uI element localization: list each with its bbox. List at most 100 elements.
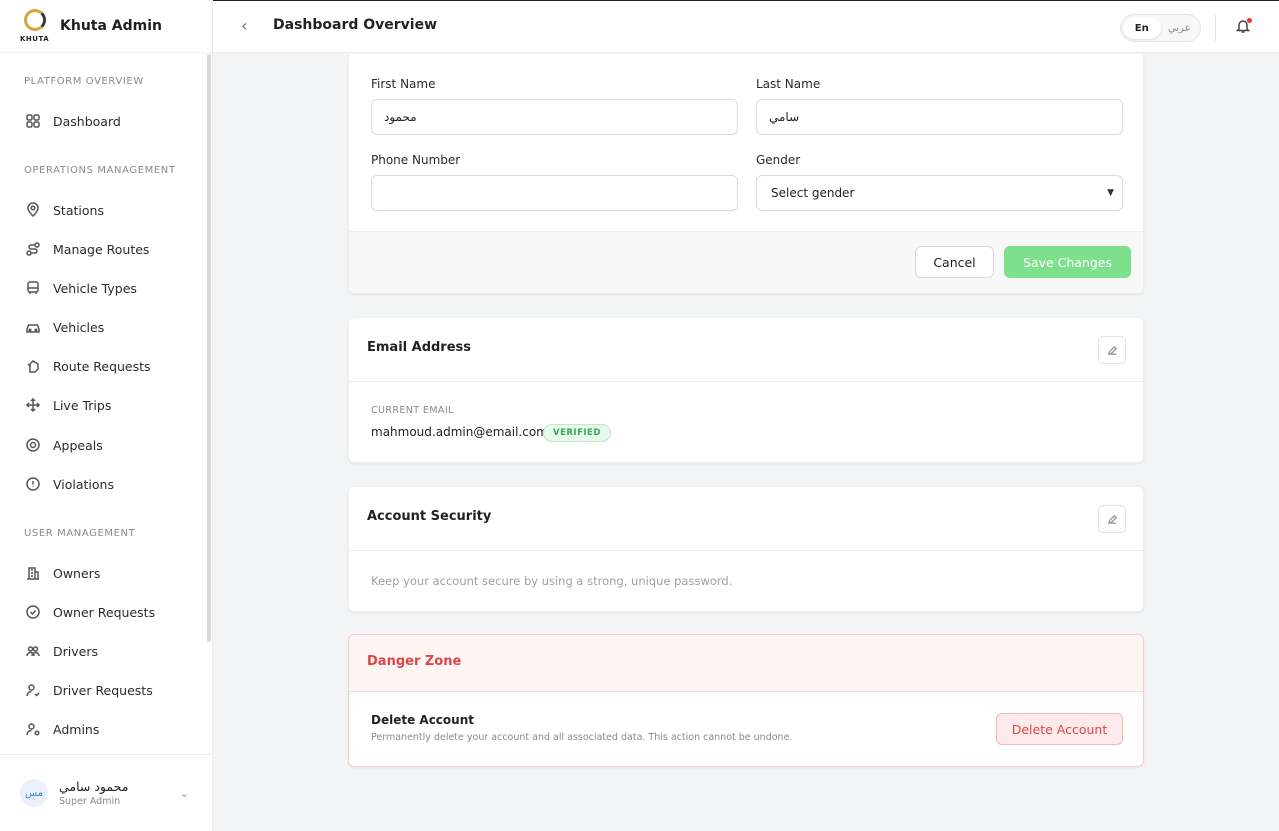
sidebar-item-label: Violations — [53, 476, 114, 492]
delete-account-description: Permanently delete your account and all … — [371, 732, 793, 743]
first-name-label: First Name — [371, 77, 436, 91]
user-profile-menu[interactable]: مس محمود سامي Super Admin ⌄ — [0, 754, 213, 831]
phone-input[interactable] — [371, 175, 738, 211]
move-icon — [24, 396, 42, 414]
notifications-button[interactable] — [1235, 18, 1253, 38]
section-title-users: USER MANAGEMENT — [24, 528, 136, 539]
back-button[interactable]: ‹ — [241, 16, 257, 36]
logo-text: KHUTA — [20, 35, 50, 43]
danger-zone-title: Danger Zone — [367, 654, 462, 669]
page-title: Dashboard Overview — [273, 17, 438, 33]
sidebar-item-label: Admins — [53, 721, 100, 737]
phone-label: Phone Number — [371, 153, 461, 167]
sidebar-item-label: Appeals — [53, 437, 103, 453]
sidebar-item-manage-routes[interactable]: Manage Routes — [24, 237, 149, 261]
sidebar-item-label: Vehicles — [53, 319, 105, 335]
route-icon — [24, 240, 42, 258]
section-title-platform: PLATFORM OVERVIEW — [24, 76, 144, 87]
sidebar-item-label: Dashboard — [53, 113, 121, 129]
security-card-header: Account Security — [349, 487, 1143, 551]
edit-email-button[interactable] — [1098, 336, 1126, 364]
sidebar-item-owner-requests[interactable]: Owner Requests — [24, 600, 155, 624]
bus-icon — [24, 279, 42, 297]
user-gear-icon — [24, 720, 42, 738]
check-circle-icon — [24, 603, 42, 621]
chevron-down-icon[interactable]: ⌄ — [180, 787, 189, 800]
sidebar-item-appeals[interactable]: Appeals — [24, 433, 103, 457]
first-name-input[interactable]: محمود — [371, 99, 738, 135]
sidebar-item-admins[interactable]: Admins — [24, 717, 99, 741]
verified-badge: VERIFIED — [543, 424, 611, 442]
alert-circle-icon — [24, 475, 42, 493]
security-card-title: Account Security — [367, 509, 492, 524]
chevron-down-icon: ▼ — [1107, 188, 1114, 198]
sidebar-item-label: Drivers — [53, 643, 98, 659]
security-card: Account Security Keep your account secur… — [348, 486, 1144, 612]
sidebar-item-violations[interactable]: Violations — [24, 472, 114, 496]
last-name-input[interactable]: سامي — [756, 99, 1123, 135]
section-title-operations: OPERATIONS MANAGEMENT — [24, 165, 176, 176]
sidebar-item-live-trips[interactable]: Live Trips — [24, 393, 111, 417]
building-icon — [24, 564, 42, 582]
sidebar-item-route-requests[interactable]: Route Requests — [24, 354, 151, 378]
sidebar-item-label: Manage Routes — [53, 241, 150, 257]
user-check-icon — [24, 681, 42, 699]
delete-account-title: Delete Account — [371, 713, 474, 727]
lang-option-en[interactable]: En — [1123, 17, 1161, 39]
sidebar-item-drivers[interactable]: Drivers — [24, 639, 98, 663]
sidebar-item-label: Stations — [53, 202, 104, 218]
sidebar-item-label: Owner Requests — [53, 604, 156, 620]
lang-option-ar[interactable]: عربي — [1161, 17, 1199, 39]
brand-title: Khuta Admin — [60, 18, 163, 34]
hand-icon — [24, 357, 42, 375]
email-card-title: Email Address — [367, 340, 472, 355]
edit-security-button[interactable] — [1098, 505, 1126, 533]
car-icon — [24, 318, 42, 336]
notification-dot — [1247, 18, 1252, 23]
save-changes-button[interactable]: Save Changes — [1004, 246, 1131, 278]
support-icon — [24, 436, 42, 454]
sidebar-item-owners[interactable]: Owners — [24, 561, 100, 585]
sidebar-item-label: Live Trips — [53, 397, 112, 413]
sidebar-item-driver-requests[interactable]: Driver Requests — [24, 678, 153, 702]
users-icon — [24, 642, 42, 660]
avatar: مس — [20, 779, 48, 807]
sidebar-item-label: Route Requests — [53, 358, 151, 374]
brand[interactable]: KHUTA Khuta Admin — [0, 0, 212, 53]
cancel-button[interactable]: Cancel — [915, 246, 994, 278]
grid-icon — [24, 112, 42, 130]
pencil-icon — [1107, 341, 1118, 360]
form-actions: Cancel Save Changes — [349, 231, 1143, 293]
sidebar-item-vehicle-types[interactable]: Vehicle Types — [24, 276, 137, 300]
email-card: Email Address CURRENT EMAIL mahmoud.admi… — [348, 317, 1144, 463]
sidebar-item-stations[interactable]: Stations — [24, 198, 104, 222]
user-role: Super Admin — [59, 796, 121, 807]
khuta-logo: KHUTA — [20, 9, 52, 43]
user-name: محمود سامي — [59, 779, 129, 794]
sidebar-item-label: Driver Requests — [53, 682, 153, 698]
location-pin-icon — [24, 201, 42, 219]
sidebar-item-label: Owners — [53, 565, 101, 581]
language-toggle[interactable]: En عربي — [1120, 14, 1201, 42]
sidebar-item-vehicles[interactable]: Vehicles — [24, 315, 104, 339]
pencil-icon — [1107, 510, 1118, 529]
security-description: Keep your account secure by using a stro… — [371, 574, 733, 588]
sidebar-item-label: Vehicle Types — [53, 280, 137, 296]
sidebar-item-dashboard[interactable]: Dashboard — [24, 109, 121, 133]
sidebar-scrollbar[interactable] — [207, 54, 211, 642]
danger-zone-header: Danger Zone — [349, 635, 1143, 692]
sidebar-nav: PLATFORM OVERVIEW Dashboard OPERATIONS M… — [0, 54, 213, 754]
top-header: ‹ Dashboard Overview En عربي — [213, 0, 1279, 53]
gender-select[interactable]: Select gender ▼ — [756, 175, 1123, 211]
danger-zone-card: Danger Zone Delete Account Permanently d… — [348, 634, 1144, 767]
last-name-label: Last Name — [756, 77, 821, 91]
current-email-value: mahmoud.admin@email.com — [371, 425, 548, 439]
header-divider — [1215, 15, 1216, 41]
email-card-header: Email Address — [349, 318, 1143, 382]
gender-select-value: Select gender — [771, 186, 855, 200]
sidebar: KHUTA Khuta Admin PLATFORM OVERVIEW Dash… — [0, 0, 213, 831]
gender-label: Gender — [756, 153, 801, 167]
current-email-label: CURRENT EMAIL — [371, 405, 454, 416]
delete-account-button[interactable]: Delete Account — [996, 713, 1123, 745]
profile-form-card: First Name محمود Last Name سامي Phone Nu… — [348, 54, 1144, 294]
